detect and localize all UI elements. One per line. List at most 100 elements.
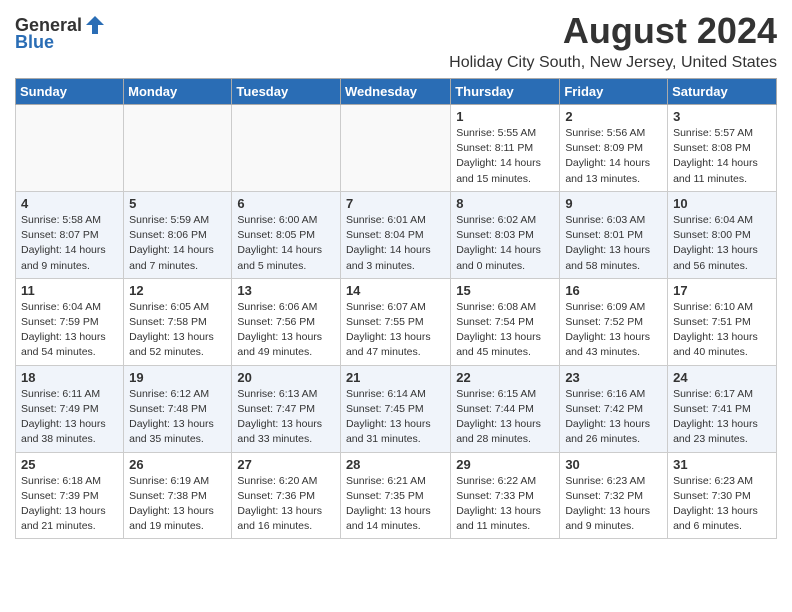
day-info: Sunrise: 6:01 AM Sunset: 8:04 PM Dayligh… [346,213,445,274]
calendar-cell: 9 Sunrise: 6:03 AM Sunset: 8:01 PM Daylig… [560,191,668,278]
day-info: Sunrise: 5:57 AM Sunset: 8:08 PM Dayligh… [673,126,771,187]
calendar-cell: 17Sunrise: 6:10 AM Sunset: 7:51 PM Dayli… [668,278,777,365]
day-info: Sunrise: 6:12 AM Sunset: 7:48 PM Dayligh… [129,387,226,448]
day-info: Sunrise: 6:23 AM Sunset: 7:32 PM Dayligh… [565,474,662,535]
weekday-header-tuesday: Tuesday [232,79,341,105]
day-number: 11 [21,283,118,298]
day-number: 21 [346,370,445,385]
day-info: Sunrise: 6:04 AM Sunset: 7:59 PM Dayligh… [21,300,118,361]
calendar-cell: 29Sunrise: 6:22 AM Sunset: 7:33 PM Dayli… [451,452,560,539]
day-info: Sunrise: 6:04 AM Sunset: 8:00 PM Dayligh… [673,213,771,274]
day-number: 28 [346,457,445,472]
day-number: 2 [565,109,662,124]
day-number: 15 [456,283,554,298]
day-info: Sunrise: 6:05 AM Sunset: 7:58 PM Dayligh… [129,300,226,361]
day-info: Sunrise: 6:19 AM Sunset: 7:38 PM Dayligh… [129,474,226,535]
day-number: 12 [129,283,226,298]
calendar-cell: 21 Sunrise: 6:14 AM Sunset: 7:45 PM Dayli… [340,365,450,452]
day-info: Sunrise: 5:55 AM Sunset: 8:11 PM Dayligh… [456,126,554,187]
day-info: Sunrise: 6:08 AM Sunset: 7:54 PM Dayligh… [456,300,554,361]
calendar-cell: 5Sunrise: 5:59 AM Sunset: 8:06 PM Daylig… [124,191,232,278]
day-info: Sunrise: 6:23 AM Sunset: 7:30 PM Dayligh… [673,474,771,535]
logo-blue-text: Blue [15,32,54,53]
calendar-cell: 20Sunrise: 6:13 AM Sunset: 7:47 PM Dayli… [232,365,341,452]
calendar-cell: 3 Sunrise: 5:57 AM Sunset: 8:08 PM Daylig… [668,105,777,192]
day-number: 14 [346,283,445,298]
weekday-header-wednesday: Wednesday [340,79,450,105]
day-number: 26 [129,457,226,472]
calendar-cell: 12 Sunrise: 6:05 AM Sunset: 7:58 PM Dayli… [124,278,232,365]
page-header: General Blue August 2024 Holiday City So… [15,10,777,72]
month-year: August 2024 [106,10,777,52]
day-number: 17 [673,283,771,298]
day-number: 31 [673,457,771,472]
day-number: 10 [673,196,771,211]
calendar-cell: 10 Sunrise: 6:04 AM Sunset: 8:00 PM Dayli… [668,191,777,278]
location: Holiday City South, New Jersey, United S… [106,54,777,72]
title-block: August 2024 Holiday City South, New Jers… [106,10,777,72]
calendar-week-4: 18Sunrise: 6:11 AM Sunset: 7:49 PM Dayli… [16,365,777,452]
calendar-cell: 11 Sunrise: 6:04 AM Sunset: 7:59 PM Dayli… [16,278,124,365]
day-info: Sunrise: 6:21 AM Sunset: 7:35 PM Dayligh… [346,474,445,535]
day-number: 20 [237,370,335,385]
day-info: Sunrise: 5:59 AM Sunset: 8:06 PM Dayligh… [129,213,226,274]
calendar-cell [340,105,450,192]
day-number: 30 [565,457,662,472]
calendar-cell: 1Sunrise: 5:55 AM Sunset: 8:11 PM Daylig… [451,105,560,192]
day-info: Sunrise: 6:09 AM Sunset: 7:52 PM Dayligh… [565,300,662,361]
calendar-cell: 7 Sunrise: 6:01 AM Sunset: 8:04 PM Daylig… [340,191,450,278]
day-number: 3 [673,109,771,124]
weekday-header-thursday: Thursday [451,79,560,105]
day-info: Sunrise: 6:20 AM Sunset: 7:36 PM Dayligh… [237,474,335,535]
calendar-cell: 4Sunrise: 5:58 AM Sunset: 8:07 PM Daylig… [16,191,124,278]
day-number: 9 [565,196,662,211]
calendar-cell: 2Sunrise: 5:56 AM Sunset: 8:09 PM Daylig… [560,105,668,192]
day-number: 4 [21,196,118,211]
day-number: 24 [673,370,771,385]
calendar-cell [232,105,341,192]
calendar-cell: 22 Sunrise: 6:15 AM Sunset: 7:44 PM Dayli… [451,365,560,452]
day-number: 25 [21,457,118,472]
calendar-cell: 27 Sunrise: 6:20 AM Sunset: 7:36 PM Dayli… [232,452,341,539]
day-info: Sunrise: 6:18 AM Sunset: 7:39 PM Dayligh… [21,474,118,535]
calendar-week-3: 11 Sunrise: 6:04 AM Sunset: 7:59 PM Dayli… [16,278,777,365]
weekday-header-sunday: Sunday [16,79,124,105]
day-info: Sunrise: 6:16 AM Sunset: 7:42 PM Dayligh… [565,387,662,448]
day-info: Sunrise: 6:15 AM Sunset: 7:44 PM Dayligh… [456,387,554,448]
calendar-cell: 23Sunrise: 6:16 AM Sunset: 7:42 PM Dayli… [560,365,668,452]
calendar-cell: 30 Sunrise: 6:23 AM Sunset: 7:32 PM Dayli… [560,452,668,539]
day-number: 7 [346,196,445,211]
day-info: Sunrise: 6:07 AM Sunset: 7:55 PM Dayligh… [346,300,445,361]
calendar-cell: 15 Sunrise: 6:08 AM Sunset: 7:54 PM Dayli… [451,278,560,365]
calendar-cell: 24 Sunrise: 6:17 AM Sunset: 7:41 PM Dayli… [668,365,777,452]
day-info: Sunrise: 6:17 AM Sunset: 7:41 PM Dayligh… [673,387,771,448]
day-info: Sunrise: 6:02 AM Sunset: 8:03 PM Dayligh… [456,213,554,274]
calendar-week-1: 1Sunrise: 5:55 AM Sunset: 8:11 PM Daylig… [16,105,777,192]
day-number: 6 [237,196,335,211]
weekday-header-saturday: Saturday [668,79,777,105]
day-number: 27 [237,457,335,472]
weekday-header-row: SundayMondayTuesdayWednesdayThursdayFrid… [16,79,777,105]
logo-icon [84,14,106,36]
day-number: 8 [456,196,554,211]
calendar-cell: 18Sunrise: 6:11 AM Sunset: 7:49 PM Dayli… [16,365,124,452]
weekday-header-monday: Monday [124,79,232,105]
day-number: 22 [456,370,554,385]
calendar-cell: 19 Sunrise: 6:12 AM Sunset: 7:48 PM Dayli… [124,365,232,452]
day-info: Sunrise: 6:14 AM Sunset: 7:45 PM Dayligh… [346,387,445,448]
calendar-cell: 16 Sunrise: 6:09 AM Sunset: 7:52 PM Dayli… [560,278,668,365]
calendar-week-5: 25 Sunrise: 6:18 AM Sunset: 7:39 PM Dayli… [16,452,777,539]
calendar-cell: 14 Sunrise: 6:07 AM Sunset: 7:55 PM Dayli… [340,278,450,365]
day-info: Sunrise: 6:06 AM Sunset: 7:56 PM Dayligh… [237,300,335,361]
calendar-cell: 8 Sunrise: 6:02 AM Sunset: 8:03 PM Daylig… [451,191,560,278]
day-number: 19 [129,370,226,385]
day-number: 13 [237,283,335,298]
weekday-header-friday: Friday [560,79,668,105]
day-number: 16 [565,283,662,298]
day-info: Sunrise: 6:03 AM Sunset: 8:01 PM Dayligh… [565,213,662,274]
calendar-cell: 13 Sunrise: 6:06 AM Sunset: 7:56 PM Dayli… [232,278,341,365]
day-info: Sunrise: 6:22 AM Sunset: 7:33 PM Dayligh… [456,474,554,535]
day-info: Sunrise: 6:11 AM Sunset: 7:49 PM Dayligh… [21,387,118,448]
logo: General Blue [15,14,106,53]
calendar-cell: 31 Sunrise: 6:23 AM Sunset: 7:30 PM Dayli… [668,452,777,539]
